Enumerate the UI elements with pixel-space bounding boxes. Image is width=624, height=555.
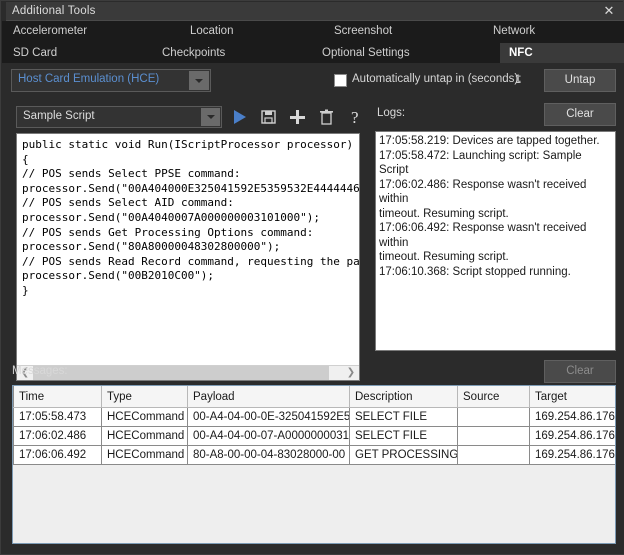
messages-table[interactable]: Time Type Payload Description Source Tar…	[12, 385, 616, 544]
delete-script-icon[interactable]	[315, 106, 339, 128]
logs-clear-button[interactable]: Clear	[544, 103, 616, 126]
tab-screenshot[interactable]: Screenshot	[332, 21, 444, 42]
chevron-down-icon[interactable]	[201, 108, 220, 126]
column-header-target[interactable]: Target	[529, 386, 615, 408]
log-line: 17:05:58.472: Launching script: Sample S…	[379, 149, 582, 177]
cell-type: HCECommand	[101, 426, 188, 446]
nfc-panel: Host Card Emulation (HCE) Automatically …	[2, 63, 624, 554]
messages-label: Messages:	[12, 365, 68, 377]
emulation-mode-select[interactable]: Host Card Emulation (HCE)	[11, 69, 211, 92]
cell-payload: 00-A4-04-00-07-A0000000031010-0	[187, 426, 350, 446]
emulation-mode-value: Host Card Emulation (HCE)	[18, 73, 160, 85]
cell-type: HCECommand	[101, 407, 188, 427]
table-row[interactable]: 17:06:02.486 HCECommand 00-A4-04-00-07-A…	[13, 426, 615, 446]
column-header-source[interactable]: Source	[457, 386, 530, 408]
help-icon[interactable]: ?	[344, 106, 368, 128]
log-line: 17:06:02.486: Response wasn't received w…	[379, 178, 587, 206]
save-script-icon[interactable]	[257, 106, 281, 128]
column-header-time[interactable]: Time	[13, 386, 102, 408]
logs-label: Logs:	[377, 107, 406, 119]
table-row[interactable]: 17:06:06.492 HCECommand 80-A8-00-00-04-8…	[13, 445, 615, 465]
logs-output[interactable]: 17:05:58.219: Devices are tapped togethe…	[375, 131, 616, 351]
cell-time: 17:06:06.492	[13, 445, 102, 465]
cell-target: 169.254.86.176	[529, 407, 615, 427]
title-bar: Additional Tools ✕	[2, 2, 624, 21]
additional-tools-window: Additional Tools ✕ Accelerometer Locatio…	[0, 0, 624, 555]
scrollbar-thumb[interactable]	[33, 366, 329, 380]
cell-source	[457, 407, 530, 427]
cell-source	[457, 426, 530, 446]
cell-payload: 00-A4-04-00-0E-325041592E53595	[187, 407, 350, 427]
script-select-value: Sample Script	[23, 110, 95, 122]
log-line: timeout. Resuming script.	[379, 207, 509, 220]
column-header-type[interactable]: Type	[101, 386, 188, 408]
tab-sd-card[interactable]: SD Card	[11, 43, 143, 64]
tab-accelerometer[interactable]: Accelerometer	[11, 21, 143, 42]
tab-network[interactable]: Network	[491, 21, 603, 42]
script-code-text: public static void Run(IScriptProcessor …	[22, 138, 360, 297]
untap-button[interactable]: Untap	[544, 69, 616, 92]
column-header-payload[interactable]: Payload	[187, 386, 350, 408]
cell-target: 169.254.86.176	[529, 426, 615, 446]
chevron-right-icon[interactable]: ❯	[343, 366, 359, 380]
table-header-row: Time Type Payload Description Source Tar…	[13, 386, 615, 408]
log-line: 17:06:06.492: Response wasn't received w…	[379, 222, 587, 249]
auto-untap-seconds-input[interactable]: 1	[499, 71, 537, 89]
run-script-icon[interactable]	[228, 106, 252, 128]
script-code-editor[interactable]: public static void Run(IScriptProcessor …	[16, 133, 360, 381]
table-row[interactable]: 17:05:58.473 HCECommand 00-A4-04-00-0E-3…	[13, 407, 615, 427]
tab-optional-settings[interactable]: Optional Settings	[320, 43, 472, 64]
tab-checkpoints[interactable]: Checkpoints	[160, 43, 292, 64]
log-line: timeout. Resuming script.	[379, 251, 509, 263]
tab-bar: Accelerometer Location Screenshot Networ…	[2, 21, 624, 64]
log-line: 17:05:58.219: Devices are tapped togethe…	[379, 135, 600, 147]
auto-untap-checkbox[interactable]	[334, 74, 347, 87]
log-line: 17:06:10.368: Script stopped running.	[379, 265, 571, 278]
cell-time: 17:06:02.486	[13, 426, 102, 446]
cell-target: 169.254.86.176	[529, 445, 615, 465]
cell-source	[457, 445, 530, 465]
editor-horizontal-scrollbar[interactable]: ❮ ❯	[17, 365, 359, 380]
tab-nfc[interactable]: NFC	[500, 43, 624, 64]
column-header-description[interactable]: Description	[349, 386, 458, 408]
cell-time: 17:05:58.473	[13, 407, 102, 427]
script-select[interactable]: Sample Script	[16, 106, 222, 128]
auto-untap-label: Automatically untap in (seconds):	[352, 73, 522, 85]
cell-description: GET PROCESSING OF	[349, 445, 458, 465]
add-script-icon[interactable]	[286, 106, 310, 128]
cell-description: SELECT FILE	[349, 407, 458, 427]
titlebar-accent	[2, 2, 6, 21]
tab-location[interactable]: Location	[188, 21, 300, 42]
cell-description: SELECT FILE	[349, 426, 458, 446]
page-title: Additional Tools	[12, 5, 96, 17]
close-icon[interactable]: ✕	[600, 3, 618, 20]
svg-text:?: ?	[351, 109, 359, 125]
cell-payload: 80-A8-00-00-04-83028000-00	[187, 445, 350, 465]
messages-clear-button[interactable]: Clear	[544, 360, 616, 383]
cell-type: HCECommand	[101, 445, 188, 465]
chevron-down-icon[interactable]	[189, 71, 209, 90]
